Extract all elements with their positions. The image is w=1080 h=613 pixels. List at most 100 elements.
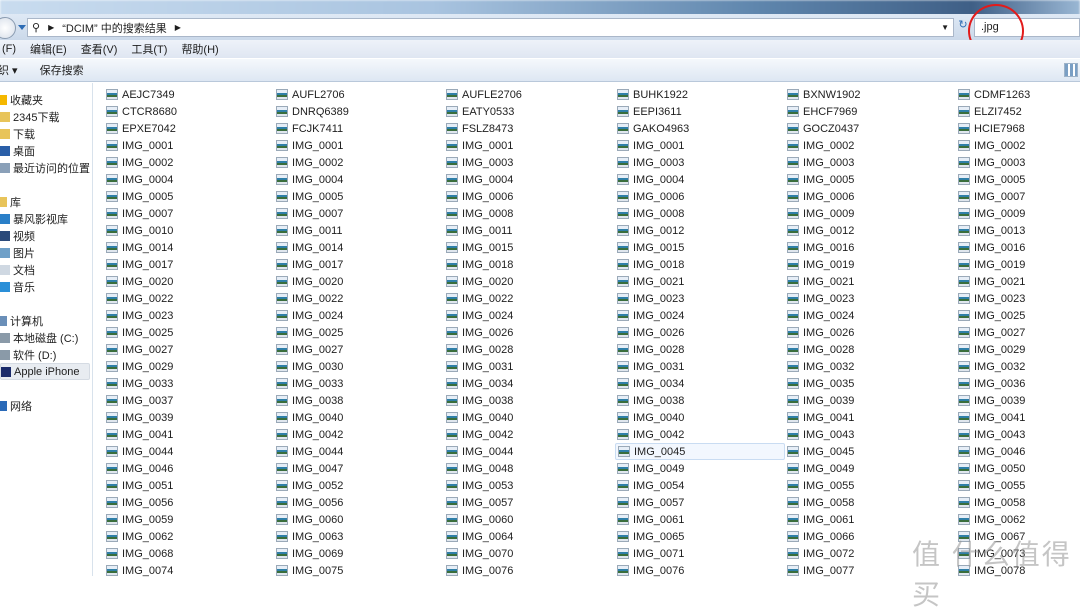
- file-item[interactable]: IMG_0007: [104, 205, 274, 222]
- file-item[interactable]: IMG_0064: [444, 528, 614, 545]
- sidebar-item[interactable]: 网络: [0, 397, 32, 414]
- file-item[interactable]: IMG_0046: [104, 460, 274, 477]
- sidebar-item[interactable]: Apple iPhone: [0, 363, 90, 380]
- file-item[interactable]: IMG_0038: [274, 392, 444, 409]
- file-item[interactable]: IMG_0056: [104, 494, 274, 511]
- sidebar-item[interactable]: 下载: [0, 125, 35, 142]
- file-item[interactable]: IMG_0044: [274, 443, 444, 460]
- file-item[interactable]: IMG_0025: [104, 324, 274, 341]
- file-item[interactable]: IMG_0039: [785, 392, 955, 409]
- file-item[interactable]: IMG_0032: [956, 358, 1080, 375]
- breadcrumb[interactable]: “DCIM” 中的搜索结果: [62, 20, 167, 36]
- file-item[interactable]: IMG_0031: [444, 358, 614, 375]
- file-item[interactable]: IMG_0060: [444, 511, 614, 528]
- file-item[interactable]: IMG_0003: [785, 154, 955, 171]
- file-item[interactable]: IMG_0040: [274, 409, 444, 426]
- breadcrumb-arrow-icon[interactable]: ▶: [175, 23, 181, 32]
- file-item[interactable]: IMG_0023: [104, 307, 274, 324]
- file-item[interactable]: IMG_0001: [104, 137, 274, 154]
- file-item[interactable]: IMG_0038: [615, 392, 785, 409]
- file-item[interactable]: IMG_0009: [785, 205, 955, 222]
- sidebar-item[interactable]: 库: [0, 193, 21, 210]
- file-item[interactable]: IMG_0047: [274, 460, 444, 477]
- file-item[interactable]: IMG_0023: [615, 290, 785, 307]
- file-item[interactable]: IMG_0012: [785, 222, 955, 239]
- file-item[interactable]: IMG_0030: [274, 358, 444, 375]
- file-item[interactable]: IMG_0041: [956, 409, 1080, 426]
- breadcrumb-arrow-icon[interactable]: ▶: [48, 23, 54, 32]
- search-input[interactable]: .jpg: [974, 18, 1080, 37]
- file-item[interactable]: EHCF7969: [785, 103, 955, 120]
- file-item[interactable]: IMG_0055: [956, 477, 1080, 494]
- file-item[interactable]: IMG_0004: [615, 171, 785, 188]
- file-item[interactable]: IMG_0001: [274, 137, 444, 154]
- file-item[interactable]: IMG_0057: [444, 494, 614, 511]
- sidebar-item[interactable]: 音乐: [0, 278, 35, 295]
- file-item[interactable]: IMG_0008: [615, 205, 785, 222]
- file-item[interactable]: IMG_0007: [956, 188, 1080, 205]
- file-item[interactable]: IMG_0050: [956, 460, 1080, 477]
- file-item[interactable]: IMG_0062: [104, 528, 274, 545]
- file-item[interactable]: IMG_0062: [956, 511, 1080, 528]
- file-item[interactable]: IMG_0069: [274, 545, 444, 562]
- file-item[interactable]: IMG_0002: [104, 154, 274, 171]
- file-item[interactable]: IMG_0028: [444, 341, 614, 358]
- history-dropdown-icon[interactable]: [18, 25, 26, 30]
- file-item[interactable]: IMG_0060: [274, 511, 444, 528]
- file-item[interactable]: IMG_0042: [615, 426, 785, 443]
- file-item[interactable]: IMG_0071: [615, 545, 785, 562]
- view-options-icon[interactable]: [1064, 63, 1078, 77]
- file-item[interactable]: IMG_0051: [104, 477, 274, 494]
- file-item[interactable]: IMG_0025: [274, 324, 444, 341]
- file-item[interactable]: IMG_0053: [444, 477, 614, 494]
- address-dropdown-icon[interactable]: ▼: [941, 23, 949, 32]
- file-item[interactable]: IMG_0058: [785, 494, 955, 511]
- menu-help[interactable]: 帮助(H): [179, 41, 220, 57]
- file-item[interactable]: IMG_0005: [956, 171, 1080, 188]
- file-item[interactable]: IMG_0016: [956, 239, 1080, 256]
- file-item[interactable]: IMG_0004: [274, 171, 444, 188]
- file-item[interactable]: IMG_0041: [785, 409, 955, 426]
- file-item[interactable]: IMG_0026: [444, 324, 614, 341]
- file-item[interactable]: BXNW1902: [785, 86, 955, 103]
- file-item[interactable]: IMG_0024: [274, 307, 444, 324]
- file-item[interactable]: IMG_0019: [785, 256, 955, 273]
- file-item[interactable]: BUHK1922: [615, 86, 785, 103]
- file-item[interactable]: IMG_0021: [615, 273, 785, 290]
- file-item[interactable]: IMG_0068: [104, 545, 274, 562]
- sidebar-item[interactable]: 最近访问的位置: [0, 159, 90, 176]
- file-item[interactable]: IMG_0025: [956, 307, 1080, 324]
- file-item[interactable]: IMG_0006: [615, 188, 785, 205]
- sidebar-item[interactable]: 收藏夹: [0, 91, 43, 108]
- file-item[interactable]: IMG_0039: [956, 392, 1080, 409]
- file-item[interactable]: IMG_0063: [274, 528, 444, 545]
- file-item[interactable]: IMG_0038: [444, 392, 614, 409]
- file-item[interactable]: IMG_0020: [444, 273, 614, 290]
- file-item[interactable]: IMG_0026: [785, 324, 955, 341]
- file-item[interactable]: EPXE7042: [104, 120, 274, 137]
- file-item[interactable]: IMG_0049: [615, 460, 785, 477]
- file-item[interactable]: IMG_0039: [104, 409, 274, 426]
- file-item[interactable]: IMG_0027: [104, 341, 274, 358]
- file-item[interactable]: IMG_0015: [444, 239, 614, 256]
- organize-button[interactable]: 织 ▾: [0, 62, 18, 78]
- file-item[interactable]: IMG_0023: [956, 290, 1080, 307]
- file-item[interactable]: IMG_0043: [785, 426, 955, 443]
- sidebar-item[interactable]: 计算机: [0, 312, 43, 329]
- file-item[interactable]: IMG_0003: [444, 154, 614, 171]
- file-item[interactable]: IMG_0036: [956, 375, 1080, 392]
- file-item[interactable]: IMG_0017: [104, 256, 274, 273]
- file-item[interactable]: IMG_0029: [104, 358, 274, 375]
- file-item[interactable]: IMG_0076: [444, 562, 614, 579]
- file-item[interactable]: IMG_0033: [274, 375, 444, 392]
- file-item[interactable]: IMG_0054: [615, 477, 785, 494]
- file-item[interactable]: IMG_0020: [104, 273, 274, 290]
- file-item[interactable]: IMG_0004: [104, 171, 274, 188]
- file-item[interactable]: IMG_0021: [956, 273, 1080, 290]
- file-item[interactable]: IMG_0032: [785, 358, 955, 375]
- file-item[interactable]: EATY0533: [444, 103, 614, 120]
- file-item[interactable]: IMG_0042: [274, 426, 444, 443]
- file-item[interactable]: IMG_0020: [274, 273, 444, 290]
- file-item[interactable]: IMG_0010: [104, 222, 274, 239]
- menu-edit[interactable]: 编辑(E): [28, 41, 69, 57]
